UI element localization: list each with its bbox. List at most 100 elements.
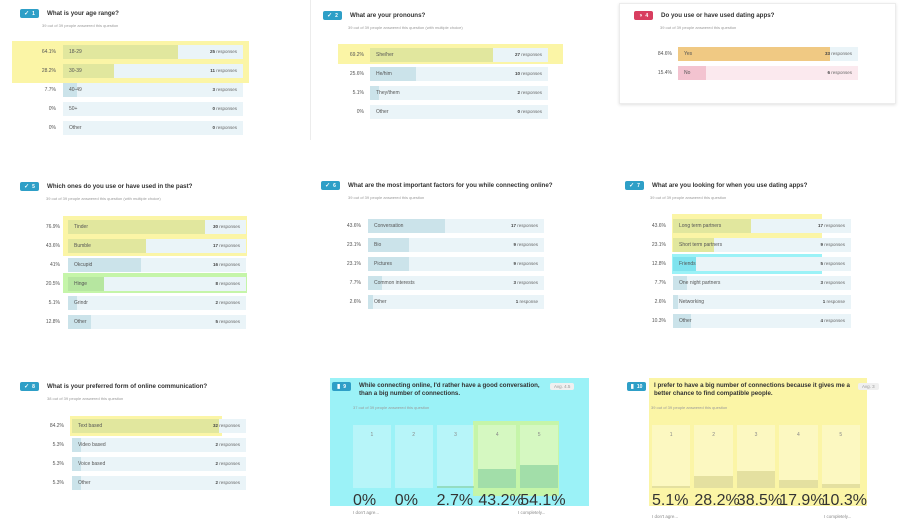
checkbox-question-badge: ✓ 7 [625,181,644,190]
scale-value-label: 3 [754,432,758,438]
answer-option-row[interactable]: Grindr 2 responses [68,296,246,310]
scale-left-label: I don't agre... [353,510,380,515]
option-label: Text based [78,423,103,429]
answer-option-row[interactable]: Yes 33 responses [678,47,858,61]
option-percentage: 23.1% [346,242,361,248]
answer-option-row[interactable]: Networking 1 response [673,295,851,309]
answer-option-row[interactable]: Other 4 responses [673,314,851,328]
option-response-count: 2 responses [215,300,240,305]
answer-option-row[interactable]: One night partners 3 responses [673,276,851,290]
option-label: No [684,70,691,76]
answer-option-row[interactable]: Voice based 2 responses [72,457,246,471]
answer-option-row[interactable]: Bio 9 responses [368,238,544,252]
option-percentage: 84.2% [49,423,64,429]
option-percentage: 2.6% [349,299,361,305]
answer-option-row[interactable]: 50+ 0 responses [63,102,243,116]
scale-column: 1 [652,425,691,488]
answer-option-row[interactable]: Other 0 responses [63,121,243,135]
option-bar-fill [68,220,205,234]
option-percentage: 12.8% [45,319,60,325]
option-response-count: 8 responses [215,281,240,286]
scale-percentage: 43.2% [478,492,524,509]
answer-option-row[interactable]: Common interests 3 responses [368,276,544,290]
answer-option-row[interactable]: Video based 2 responses [72,438,246,452]
scale-column: 2 [694,425,733,488]
option-response-count: 17 responses [212,243,240,248]
option-label: She/her [376,52,394,58]
scale-bar [520,464,558,488]
average-badge: Avg. 3 [858,383,879,390]
answer-option-row[interactable]: Other 5 responses [68,315,246,329]
option-percentage: 5.3% [52,480,64,486]
option-percentage: 7.7% [654,280,666,286]
option-response-count: 0 responses [517,109,542,114]
answer-option-row[interactable]: She/her 27 responses [370,48,548,62]
answer-option-row[interactable]: He/him 10 responses [370,67,548,81]
answer-option-row[interactable]: Other 2 responses [72,476,246,490]
option-label: Tinder [74,224,88,230]
option-percentage: 84.6% [657,51,672,57]
scale-left-label: I don't agre... [652,514,679,519]
scale-percentage: 38.5% [736,492,783,509]
option-percentage: 5.3% [52,442,64,448]
option-percentage: 2.6% [654,299,666,305]
scale-bar [821,483,860,488]
answer-option-row[interactable]: Text based 32 responses [72,419,246,433]
option-response-count: 2 responses [517,90,542,95]
answer-option-row[interactable]: Pictures 9 responses [368,257,544,271]
scale-value-label: 4 [796,432,800,438]
answered-count: 39 out of 39 people answered this questi… [651,405,728,410]
answer-option-row[interactable]: Other 0 responses [370,105,548,119]
option-response-count: 2 responses [215,461,240,466]
answer-option-row[interactable]: Short term partners 9 responses [673,238,851,252]
question-number: 6 [333,182,336,189]
check-icon: ✓ [24,11,30,17]
question-title: What are you looking for when you use da… [652,181,808,189]
question-number: 5 [32,183,35,190]
scale-value-label: 2 [412,432,416,438]
column-divider [310,0,311,140]
option-response-count: 1 response [515,299,538,304]
answer-option-row[interactable]: They/them 2 responses [370,86,548,100]
answer-option-row[interactable]: Friends 5 responses [673,257,851,271]
answer-option-row[interactable]: Hinge 8 responses [68,277,246,291]
answered-count: 39 out of 39 people answered this questi… [348,195,425,200]
option-percentage: 43.6% [651,223,666,229]
scale-value-label: 5 [537,432,541,438]
scale-right-label: I completely... [518,510,546,515]
option-response-count: 4 responses [820,318,845,323]
option-response-count: 17 responses [510,223,538,228]
question-number: 9 [343,383,347,390]
option-label: Pictures [374,261,393,267]
answer-option-row[interactable]: Okcupid 16 responses [68,258,246,272]
question-number: 8 [32,383,35,390]
option-percentage: 23.1% [651,242,666,248]
answer-option-row[interactable]: Other 1 response [368,295,544,309]
option-response-count: 25 responses [209,49,237,54]
scale-bar [694,475,733,488]
answer-option-row[interactable]: Bumble 17 responses [68,239,246,253]
option-response-count: 3 responses [820,280,845,285]
scale-percentage: 2.7% [436,492,474,509]
answer-option-row[interactable]: 40-49 3 responses [63,83,243,97]
option-response-count: 1 response [822,299,845,304]
option-label: Bumble [74,243,91,249]
answer-option-row[interactable]: Tinder 30 responses [68,220,246,234]
check-icon: ✓ [325,183,331,189]
option-label: Other [376,109,389,115]
answer-option-row[interactable]: Conversation 17 responses [368,219,544,233]
answered-count: 39 out of 39 people answered this questi… [42,23,119,28]
check-icon: ✓ [327,13,333,19]
option-label: Other [74,319,87,325]
answer-option-row[interactable]: Long term partners 17 responses [673,219,851,233]
scale-column: 4 [779,425,818,488]
option-response-count: 0 responses [212,125,237,130]
option-label: Grindr [74,300,88,306]
option-label: Hinge [74,281,88,287]
answer-option-row[interactable]: 18-29 25 responses [63,45,243,59]
option-percentage: 69.2% [349,52,364,58]
answer-option-row[interactable]: No 6 responses [678,66,858,80]
option-label: Other [78,480,91,486]
answer-option-row[interactable]: 30-39 11 responses [63,64,243,78]
question-card-5: ✓ 5 Which ones do you use or have used in… [12,176,282,336]
